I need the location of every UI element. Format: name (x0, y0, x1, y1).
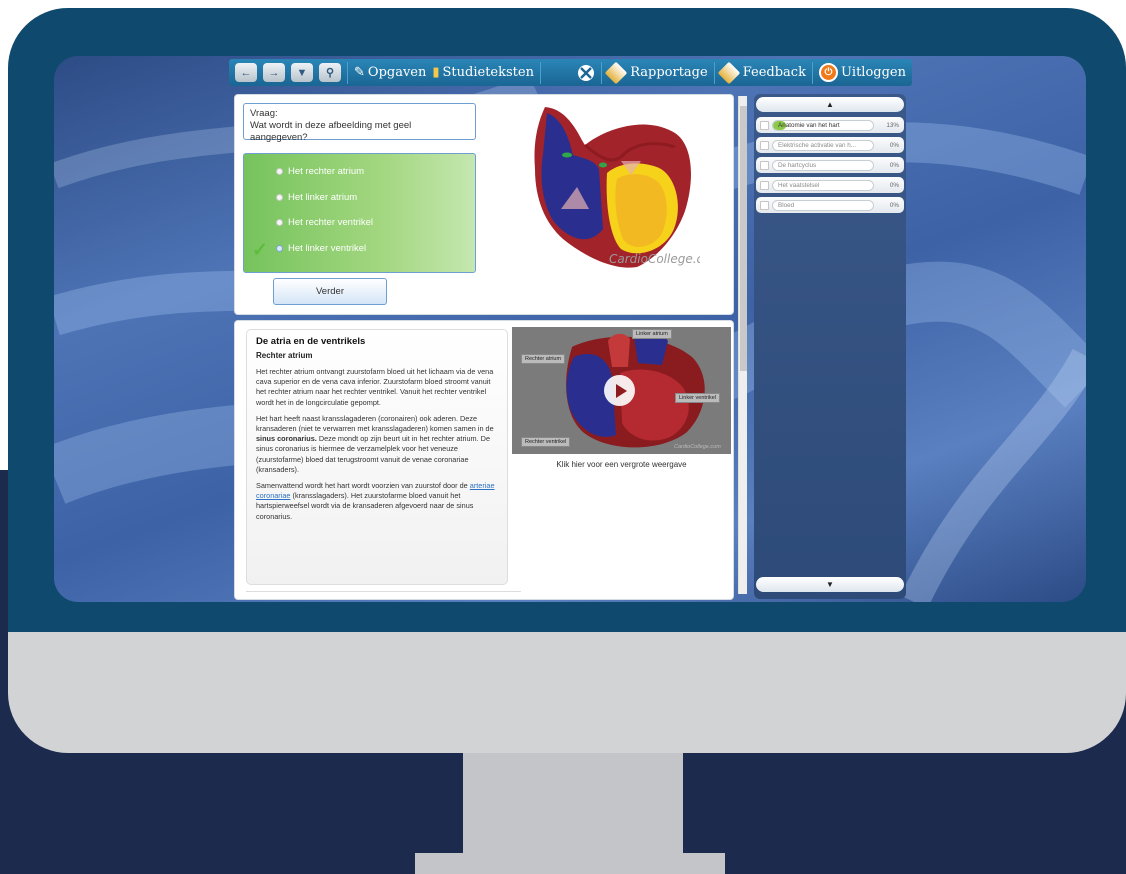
back-button[interactable]: ← (235, 63, 257, 82)
label-rechter-ventrikel: Rechter ventrikel (521, 437, 571, 447)
power-icon: ⏻ (818, 63, 838, 82)
chapter-percent: 0% (889, 201, 899, 209)
image-watermark: CardioCollege.com (609, 252, 700, 266)
dropdown-button[interactable]: ▼ (291, 63, 313, 82)
monitor-foot (415, 853, 725, 874)
chapter-item[interactable]: Elektrische activatie van h... 0% (756, 137, 904, 153)
chapter-percent: 0% (889, 141, 899, 149)
article-paragraph: Het hart heeft naast kransslagaderen (co… (256, 413, 494, 474)
answer-option-correct[interactable]: Het linker ventrikel (276, 243, 366, 254)
chapter-checkbox[interactable] (760, 180, 769, 190)
monitor-screen: ← → ▼ ⚲ ✎ Opgaven ▮ Studieteksten Rappor… (54, 56, 1086, 602)
article-title: De atria en de ventrikels (256, 336, 366, 347)
chapter-title: Anatomie van het hart (778, 121, 840, 129)
article-paragraph: Het rechter atrium ontvangt zuurstofarm … (256, 367, 494, 407)
radio-button[interactable] (276, 168, 283, 175)
diamond-arrow-icon (717, 61, 741, 84)
play-icon[interactable] (604, 375, 635, 406)
label-rechter-atrium: Rechter atrium (521, 354, 566, 364)
scrollbar-thumb[interactable] (740, 106, 747, 371)
feedback-button[interactable]: Feedback (717, 61, 806, 84)
chapter-checkbox[interactable] (760, 160, 769, 170)
toolbar-divider (713, 61, 715, 84)
rapportage-button[interactable]: Rapportage (604, 61, 708, 84)
checkmark-icon: ✓ (252, 240, 268, 261)
chapter-percent: 0% (889, 181, 899, 189)
chapter-sidebar: ▲ Anatomie van het hart 13% Elektrische … (754, 94, 906, 599)
question-panel: Vraag: Wat wordt in deze afbeelding met … (234, 94, 734, 315)
chapter-progress-pill: Anatomie van het hart (772, 119, 874, 131)
answer-option[interactable]: Het linker atrium (276, 192, 357, 203)
toolbar-divider (811, 61, 813, 84)
radio-button[interactable] (276, 194, 283, 201)
video-caption[interactable]: Klik hier voor een vergrote weergave (512, 460, 731, 469)
video-watermark: CardioCollege.com (674, 444, 721, 450)
answer-label: Het linker atrium (288, 192, 358, 203)
chapter-checkbox[interactable] (760, 140, 769, 150)
chapter-title: Elektrische activatie van h... (778, 141, 857, 149)
chapter-title: De hartcyclus (778, 161, 817, 169)
fullscreen-button[interactable] (577, 64, 595, 82)
chapter-checkbox[interactable] (760, 120, 769, 130)
answer-option[interactable]: Het rechter ventrikel (276, 217, 373, 228)
article-card: De atria en de ventrikels Rechter atrium… (246, 329, 508, 585)
article-subtitle: Rechter atrium (256, 351, 313, 360)
chapter-percent: 0% (889, 161, 899, 169)
label-linker-ventrikel: Linker ventrikel (675, 393, 720, 403)
answer-option[interactable]: Het rechter atrium (276, 166, 364, 177)
studieteksten-label: Studieteksten (442, 65, 534, 80)
feedback-label: Feedback (742, 65, 806, 80)
question-box: Vraag: Wat wordt in deze afbeelding met … (243, 103, 476, 143)
app-toolbar: ← → ▼ ⚲ ✎ Opgaven ▮ Studieteksten Rappor… (229, 59, 912, 86)
radio-button[interactable] (276, 245, 283, 252)
forward-button[interactable]: → (263, 63, 285, 82)
uitloggen-button[interactable]: ⏻ Uitloggen (818, 63, 906, 82)
chapter-title: Bloed (778, 201, 795, 209)
monitor-neck (463, 753, 683, 853)
chapter-item[interactable]: Anatomie van het hart 13% (756, 117, 904, 133)
monitor-illustration: ← → ▼ ⚲ ✎ Opgaven ▮ Studieteksten Rappor… (0, 0, 1126, 874)
question-text: Wat wordt in deze afbeelding met geel aa… (250, 120, 412, 143)
verder-button[interactable]: Verder (273, 278, 387, 305)
opgaven-button[interactable]: ✎ Opgaven (354, 65, 426, 80)
chapter-progress-pill: De hartcyclus (772, 159, 874, 171)
answer-label: Het linker ventrikel (288, 243, 367, 254)
study-text-panel: De atria en de ventrikels Rechter atrium… (234, 320, 734, 600)
video-thumbnail[interactable]: Linker atrium Rechter atrium Linker vent… (512, 327, 731, 454)
heart-cross-section-image: CardioCollege.com (534, 107, 700, 268)
question-label: Vraag: (250, 108, 278, 119)
label-linker-atrium: Linker atrium (632, 329, 672, 339)
chapter-title: Het vaatstelsel (778, 181, 820, 189)
chapter-checkbox[interactable] (760, 200, 769, 210)
chapter-item[interactable]: De hartcyclus 0% (756, 157, 904, 173)
chapter-item[interactable]: Bloed 0% (756, 197, 904, 213)
answer-list: Het rechter atrium Het linker atrium Het… (243, 153, 476, 273)
opgaven-label: Opgaven (367, 65, 427, 80)
pencil-icon: ✎ (354, 65, 365, 80)
search-button[interactable]: ⚲ (319, 63, 341, 82)
bold-term: sinus coronarius. (256, 434, 317, 444)
chapter-progress-pill: Bloed (772, 199, 874, 211)
toolbar-divider (601, 61, 603, 84)
content-scrollbar[interactable] (738, 96, 747, 594)
uitloggen-label: Uitloggen (840, 65, 906, 80)
diamond-arrow-icon (604, 61, 628, 84)
toolbar-divider (347, 61, 348, 84)
chapter-progress-pill: Het vaatstelsel (772, 179, 874, 191)
article-paragraph: Samenvattend wordt het hart wordt voorzi… (256, 481, 495, 521)
toolbar-divider (539, 61, 541, 84)
chapter-progress-pill: Elektrische activatie van h... (772, 139, 874, 151)
answer-label: Het rechter ventrikel (288, 217, 374, 228)
book-icon: ▮ (432, 65, 440, 80)
rapportage-label: Rapportage (630, 65, 708, 80)
radio-button[interactable] (276, 219, 283, 226)
expand-icon (578, 64, 595, 81)
chapter-percent: 13% (886, 121, 899, 129)
scroll-up-button[interactable]: ▲ (756, 97, 904, 112)
chapter-item[interactable]: Het vaatstelsel 0% (756, 177, 904, 193)
answer-label: Het rechter atrium (288, 166, 365, 177)
studieteksten-button[interactable]: ▮ Studieteksten (432, 65, 534, 80)
next-card-edge (246, 591, 521, 597)
scroll-down-button[interactable]: ▼ (756, 577, 904, 592)
